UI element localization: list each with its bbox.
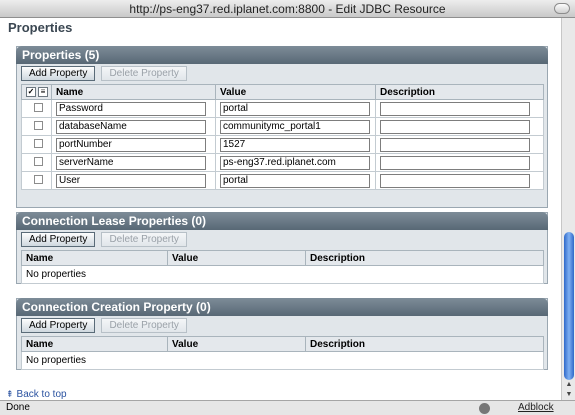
table-row (21, 135, 544, 154)
row-checkbox[interactable] (34, 156, 43, 166)
name-cell (51, 171, 216, 190)
properties-table: ✓ ≡ Name Value Description (21, 84, 544, 190)
back-to-top-label: Back to top (16, 389, 67, 400)
description-cell (375, 117, 544, 136)
value-cell (215, 153, 376, 172)
column-header-value[interactable]: Value (167, 250, 306, 266)
row-select-cell (21, 99, 52, 118)
table-row (21, 117, 544, 136)
property-description-input[interactable] (380, 119, 530, 134)
page-title: Properties (8, 20, 73, 35)
description-cell (375, 99, 544, 118)
column-header-value[interactable]: Value (215, 84, 376, 100)
property-value-input[interactable] (220, 173, 370, 188)
row-select-cell (21, 171, 52, 190)
add-property-button[interactable]: Add Property (21, 318, 96, 333)
column-header-description[interactable]: Description (305, 250, 544, 266)
window-titlebar: http://ps-eng37.red.iplanet.com:8800 - E… (0, 0, 575, 18)
table-row (21, 153, 544, 172)
name-cell (51, 135, 216, 154)
table-row (21, 99, 544, 118)
lease-properties-section: Connection Lease Properties (0) Add Prop… (16, 212, 548, 284)
column-header-description[interactable]: Description (375, 84, 544, 100)
property-value-input[interactable] (220, 101, 370, 116)
table-row: No properties (21, 351, 544, 370)
add-property-button[interactable]: Add Property (21, 66, 96, 81)
toolbar-toggle-button[interactable] (554, 3, 570, 14)
value-cell (215, 171, 376, 190)
row-select-cell (21, 153, 52, 172)
status-indicator-icon (479, 403, 490, 414)
row-select-cell (21, 117, 52, 136)
row-checkbox[interactable] (34, 120, 43, 130)
empty-message: No properties (21, 351, 544, 370)
property-name-input[interactable] (56, 137, 206, 152)
scrollbar-thumb[interactable] (564, 232, 574, 380)
column-header-value[interactable]: Value (167, 336, 306, 352)
table-header-row: ✓ ≡ Name Value Description (21, 84, 544, 100)
column-header-name[interactable]: Name (21, 250, 168, 266)
deselect-all-icon[interactable]: ≡ (38, 86, 48, 97)
property-name-input[interactable] (56, 119, 206, 134)
property-value-input[interactable] (220, 155, 370, 170)
add-property-button[interactable]: Add Property (21, 232, 96, 247)
select-all-icon[interactable]: ✓ (26, 86, 36, 97)
column-header-description[interactable]: Description (305, 336, 544, 352)
property-name-input[interactable] (56, 101, 206, 116)
lease-section-header: Connection Lease Properties (0) (16, 212, 548, 230)
scroll-down-arrow-icon[interactable]: ▼ (562, 390, 575, 400)
page-content: Properties Properties (5) Add Property D… (0, 18, 561, 400)
table-header-row: Name Value Description (21, 250, 544, 266)
row-select-cell (21, 135, 52, 154)
property-value-input[interactable] (220, 137, 370, 152)
back-to-top-link[interactable]: ⇞ Back to top (6, 389, 67, 400)
status-text: Done (6, 402, 30, 413)
table-row (21, 171, 544, 190)
scroll-up-arrow-icon[interactable]: ▲ (562, 380, 575, 390)
property-description-input[interactable] (380, 137, 530, 152)
value-cell (215, 117, 376, 136)
value-cell (215, 99, 376, 118)
double-up-arrow-icon: ⇞ (6, 389, 14, 399)
row-checkbox[interactable] (34, 138, 43, 148)
property-description-input[interactable] (380, 101, 530, 116)
name-cell (51, 99, 216, 118)
creation-section-header: Connection Creation Property (0) (16, 298, 548, 316)
empty-message: No properties (21, 265, 544, 284)
delete-property-button: Delete Property (101, 232, 187, 247)
delete-property-button: Delete Property (101, 66, 187, 81)
description-cell (375, 171, 544, 190)
row-checkbox[interactable] (34, 102, 43, 112)
lease-properties-table: Name Value Description No properties (21, 250, 544, 284)
properties-toolbar: Add Property Delete Property (17, 64, 547, 84)
creation-properties-section: Connection Creation Property (0) Add Pro… (16, 298, 548, 370)
value-cell (215, 135, 376, 154)
lease-toolbar: Add Property Delete Property (17, 230, 547, 250)
description-cell (375, 153, 544, 172)
property-description-input[interactable] (380, 155, 530, 170)
property-value-input[interactable] (220, 119, 370, 134)
creation-properties-table: Name Value Description No properties (21, 336, 544, 370)
properties-section-header: Properties (5) (16, 46, 548, 64)
vertical-scrollbar[interactable]: ▲ ▼ (561, 18, 575, 400)
row-checkbox[interactable] (34, 174, 43, 184)
table-row: No properties (21, 265, 544, 284)
property-name-input[interactable] (56, 155, 206, 170)
select-column-header: ✓ ≡ (21, 84, 52, 100)
column-header-name[interactable]: Name (21, 336, 168, 352)
creation-toolbar: Add Property Delete Property (17, 316, 547, 336)
properties-section: Properties (5) Add Property Delete Prope… (16, 46, 548, 208)
property-name-input[interactable] (56, 173, 206, 188)
status-bar: Done Adblock (0, 400, 575, 415)
delete-property-button: Delete Property (101, 318, 187, 333)
table-header-row: Name Value Description (21, 336, 544, 352)
name-cell (51, 153, 216, 172)
property-description-input[interactable] (380, 173, 530, 188)
window-title: http://ps-eng37.red.iplanet.com:8800 - E… (129, 2, 446, 16)
name-cell (51, 117, 216, 136)
adblock-link[interactable]: Adblock (518, 401, 554, 415)
description-cell (375, 135, 544, 154)
column-header-name[interactable]: Name (51, 84, 216, 100)
